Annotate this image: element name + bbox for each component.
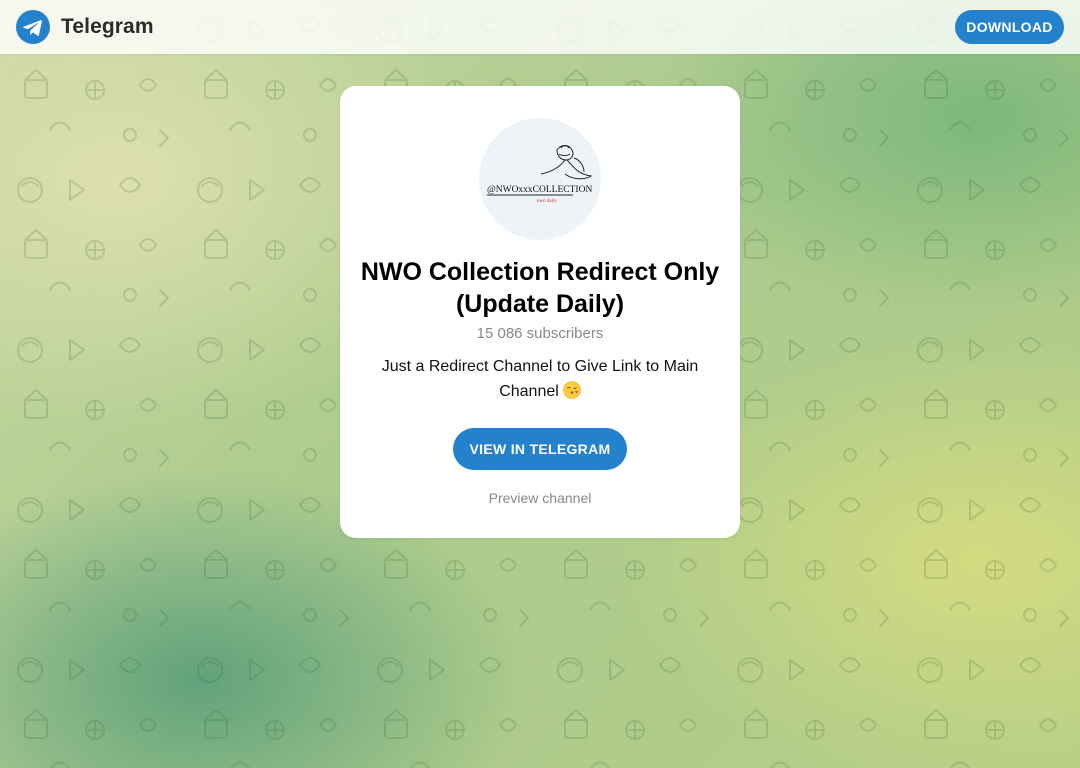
channel-description: Just a Redirect Channel to Give Link to … [370,354,710,404]
preview-channel-link[interactable]: Preview channel [440,490,640,506]
download-button[interactable]: DOWNLOAD [955,10,1064,44]
channel-card: @NWOxxxCOLLECTION nwo daily NWO Collecti… [340,86,740,538]
telegram-logo-icon [16,10,50,44]
avatar-subcaption: nwo daily [537,199,557,204]
subscriber-count: 15 086 subscribers [476,325,604,342]
view-in-telegram-button[interactable]: VIEW IN TELEGRAM [453,428,627,470]
channel-avatar-image: @NWOxxxCOLLECTION nwo daily [479,118,601,240]
telegram-brand-link[interactable]: Telegram [16,10,154,44]
kiss-face-emoji-icon [562,381,581,399]
channel-title: NWO Collection Redirect Only (Update Dai… [360,258,720,318]
avatar-caption: @NWOxxxCOLLECTION [487,185,592,195]
channel-description-text: Just a Redirect Channel to Give Link to … [381,358,699,400]
channel-avatar: @NWOxxxCOLLECTION nwo daily [479,118,601,240]
top-header: Telegram DOWNLOAD [0,0,1080,54]
brand-name: Telegram [61,15,154,38]
